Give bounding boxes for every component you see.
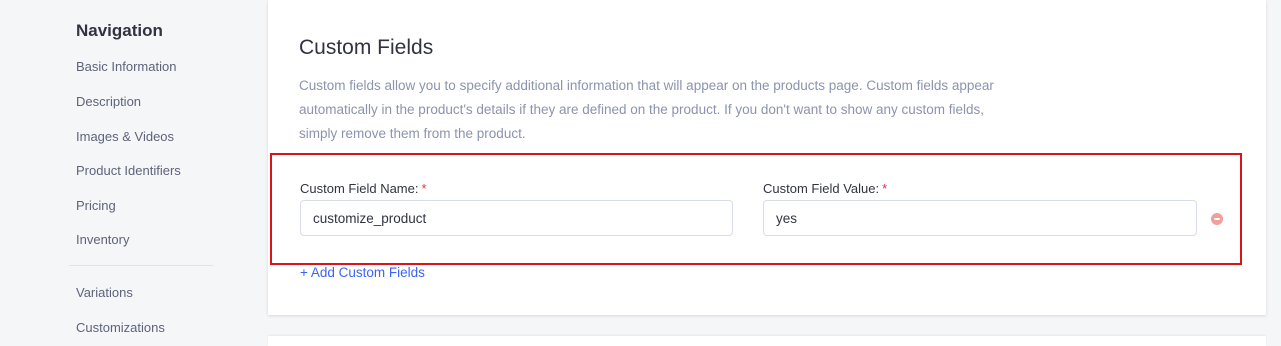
custom-field-name-input[interactable] <box>300 200 733 236</box>
sidebar-item-images-videos[interactable]: Images & Videos <box>76 129 174 144</box>
sidebar-item-pricing[interactable]: Pricing <box>76 198 116 213</box>
section-description: Custom fields allow you to specify addit… <box>299 78 994 141</box>
sidebar-navigation: Navigation Basic Information Description… <box>0 0 260 341</box>
sidebar-item-description[interactable]: Description <box>76 94 141 109</box>
remove-circle-icon[interactable] <box>1211 213 1223 225</box>
nav-heading: Navigation <box>76 21 163 40</box>
custom-field-name-label: Custom Field Name: * <box>300 181 427 196</box>
custom-field-value-label: Custom Field Value: * <box>763 181 887 196</box>
required-marker: * <box>421 181 427 196</box>
sidebar-item-inventory[interactable]: Inventory <box>76 232 129 247</box>
next-card-edge <box>268 336 1266 346</box>
nav-divider <box>69 265 213 266</box>
sidebar-item-product-identifiers[interactable]: Product Identifiers <box>76 163 181 178</box>
custom-field-name-label-text: Custom Field Name: <box>300 181 419 196</box>
add-custom-fields-link[interactable]: + Add Custom Fields <box>300 265 425 280</box>
custom-field-value-input[interactable] <box>763 200 1197 236</box>
required-marker: * <box>882 181 888 196</box>
custom-field-value-label-text: Custom Field Value: <box>763 181 880 196</box>
sidebar-item-variations[interactable]: Variations <box>76 285 133 300</box>
sidebar-item-basic-information[interactable]: Basic Information <box>76 59 176 74</box>
section-title: Custom Fields <box>299 36 434 59</box>
sidebar-item-customizations[interactable]: Customizations <box>76 320 165 335</box>
